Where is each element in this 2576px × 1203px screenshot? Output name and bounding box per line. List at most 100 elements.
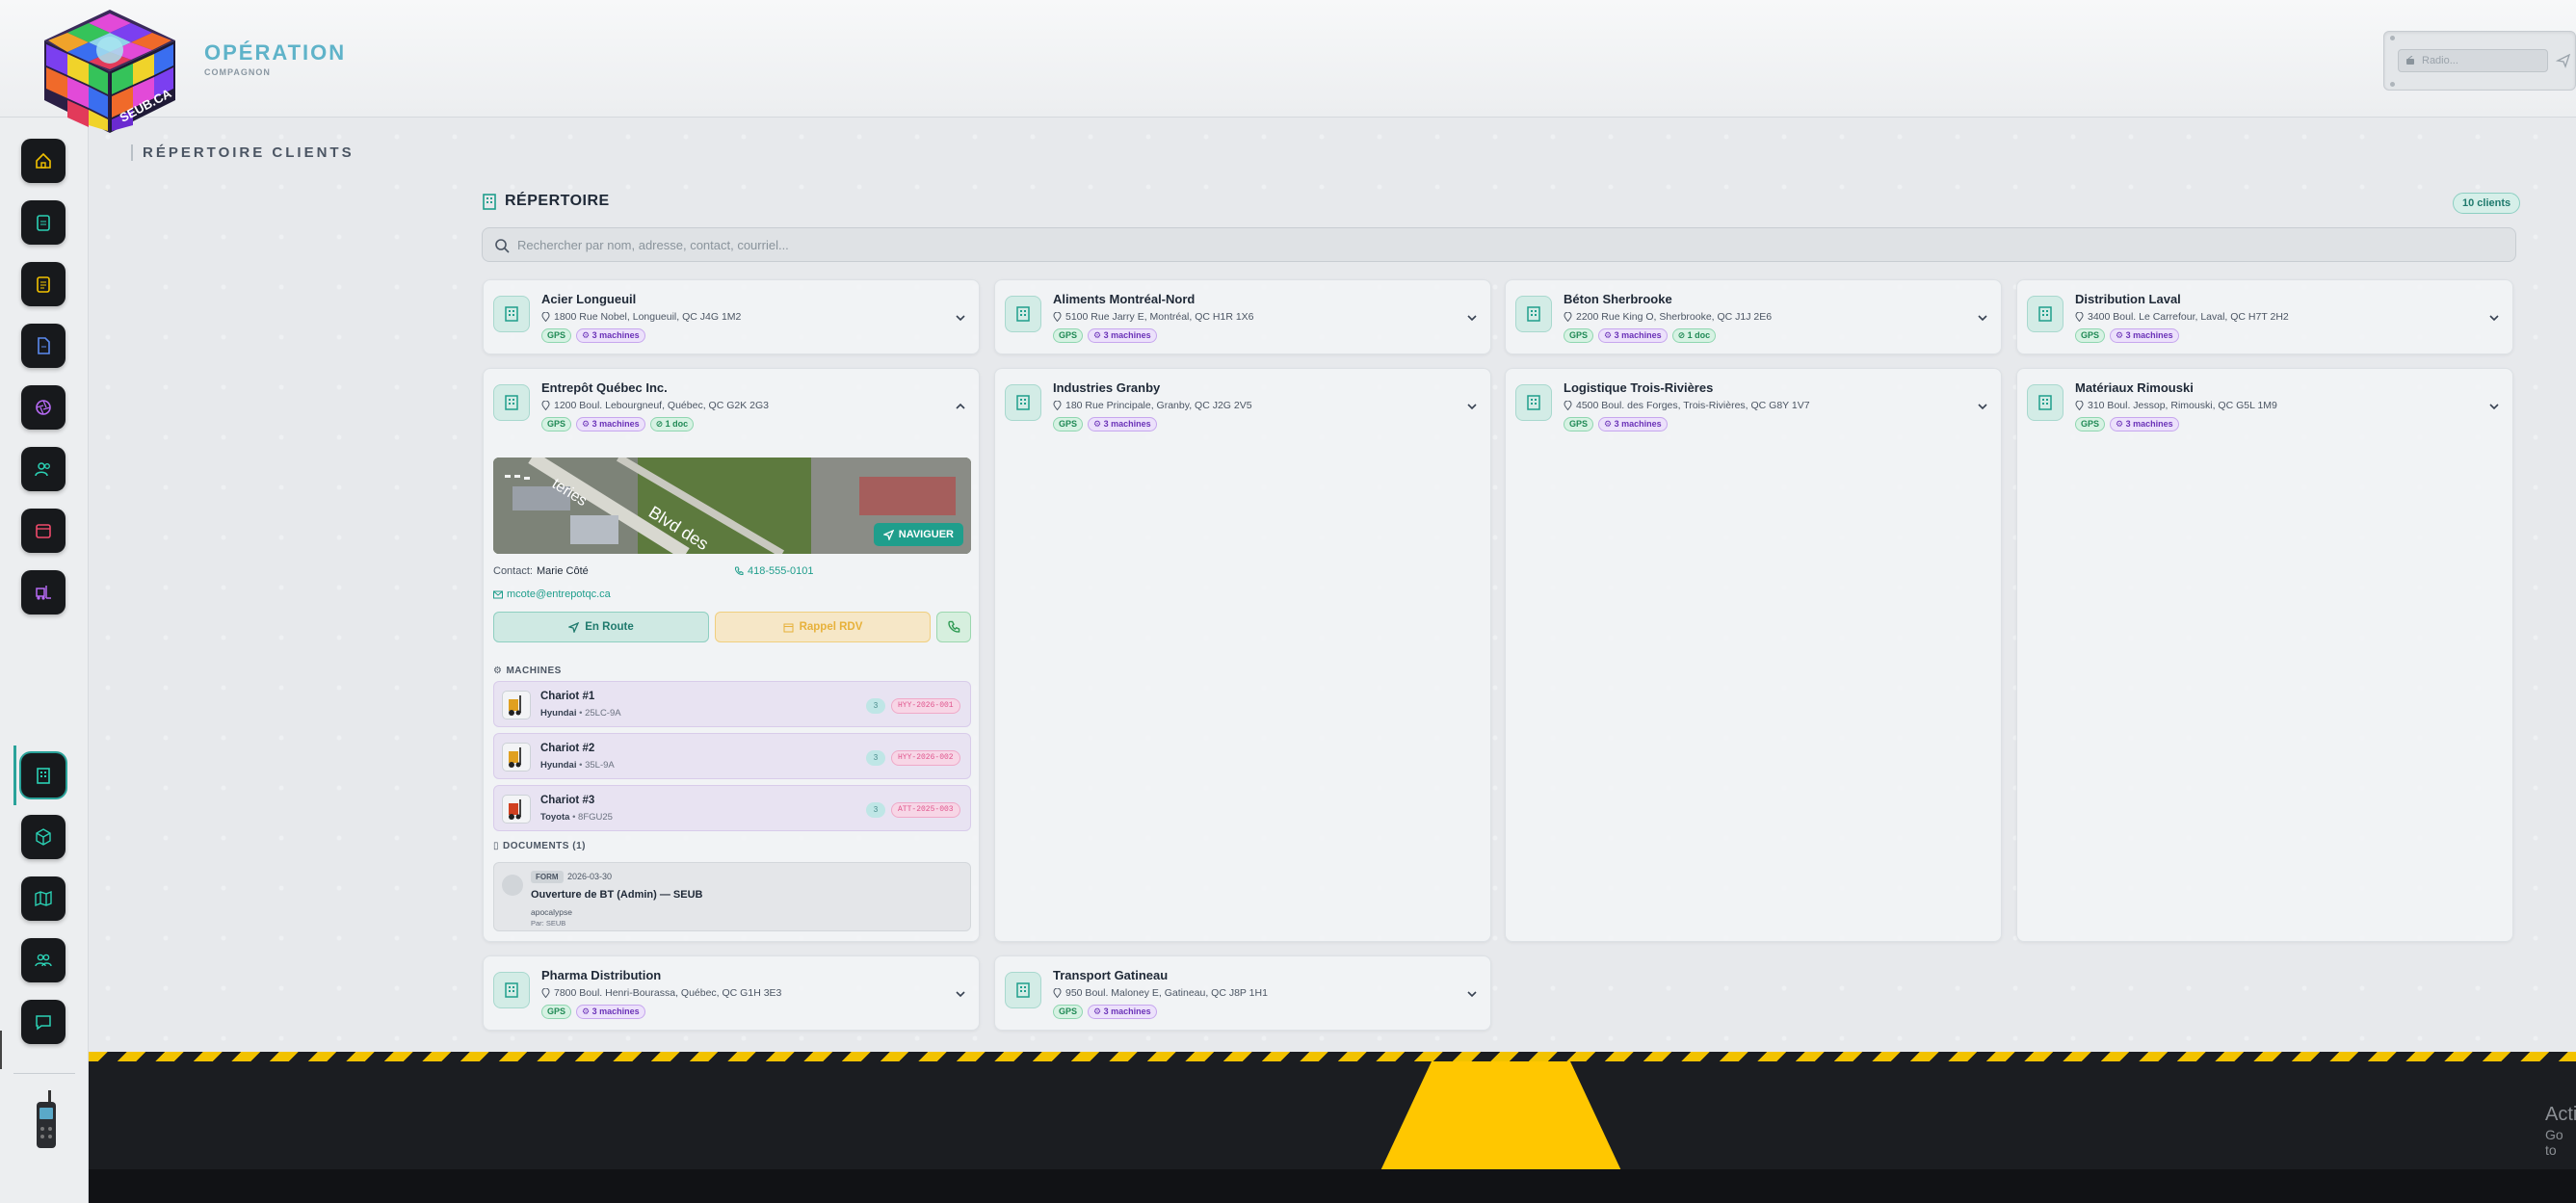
client-card[interactable]: Pharma Distribution 7800 Boul. Henri-Bou… xyxy=(483,955,980,1031)
client-card[interactable]: Acier Longueuil 1800 Rue Nobel, Longueui… xyxy=(483,279,980,354)
client-card-expanded[interactable]: Entrepôt Québec Inc. 1200 Boul. Lebourgn… xyxy=(483,368,980,942)
gps-badge: GPS xyxy=(541,328,572,343)
rubiks-cube-logo[interactable]: SEUB.CA xyxy=(35,4,185,139)
safety-cone-icon xyxy=(1378,1061,1624,1177)
calendar-icon xyxy=(36,524,51,538)
client-card[interactable]: Aliments Montréal-Nord 5100 Rue Jarry E,… xyxy=(994,279,1491,354)
document-icon xyxy=(38,337,50,354)
rappel-rdv-button[interactable]: Rappel RDV xyxy=(715,612,931,642)
machines-count: 3 machines xyxy=(1614,330,1662,340)
client-address: 4500 Boul. des Forges, Trois-Rivières, Q… xyxy=(1564,400,1810,411)
chevron-down-icon[interactable] xyxy=(1465,400,1479,413)
machines-heading: ⚙ MACHINES xyxy=(493,666,562,676)
machines-badge: ⚙ 3 machines xyxy=(1088,1005,1157,1019)
sidebar-item-users[interactable] xyxy=(21,447,66,491)
building-icon xyxy=(2027,384,2063,421)
machine-brand: Hyundai xyxy=(540,708,577,719)
machine-count-badge: 3 xyxy=(866,802,885,818)
sidebar-item-documents[interactable] xyxy=(21,324,66,368)
gps-badge: GPS xyxy=(2075,328,2106,343)
client-name: Transport Gatineau xyxy=(1053,968,1169,982)
pin-icon xyxy=(541,988,550,998)
pin-icon xyxy=(2075,401,2084,410)
sidebar-item-clients[interactable] xyxy=(21,753,66,798)
chevron-down-icon[interactable] xyxy=(954,311,967,325)
sidebar-item-tasks[interactable] xyxy=(21,200,66,245)
machines-count: 3 machines xyxy=(591,330,640,340)
machine-row[interactable]: Chariot #2 Hyundai • 35L-9A 3 HYY-2026-0… xyxy=(493,733,971,779)
contact-name: Marie Côté xyxy=(536,565,589,577)
client-card[interactable]: Distribution Laval 3400 Boul. Le Carrefo… xyxy=(2016,279,2513,354)
client-tags: GPS ⚙ 3 machines xyxy=(2075,417,2179,432)
chevron-down-icon[interactable] xyxy=(2487,311,2501,325)
machine-model: Hyundai • 25LC-9A xyxy=(540,708,621,719)
sidebar-item-map[interactable] xyxy=(21,876,66,921)
docs-count: 1 doc xyxy=(1687,330,1711,340)
client-card[interactable]: Transport Gatineau 950 Boul. Maloney E, … xyxy=(994,955,1491,1031)
pin-icon xyxy=(1053,312,1062,322)
machines-badge: ⚙ 3 machines xyxy=(2110,417,2179,432)
client-name: Pharma Distribution xyxy=(541,968,662,982)
client-address-text: 950 Boul. Maloney E, Gatineau, QC J8P 1H… xyxy=(1065,987,1268,999)
client-name: Acier Longueuil xyxy=(541,292,637,306)
machines-badge: ⚙ 3 machines xyxy=(1598,328,1668,343)
en-route-button[interactable]: En Route xyxy=(493,612,709,642)
en-route-label: En Route xyxy=(585,621,634,633)
sidebar-item-checklist[interactable] xyxy=(21,262,66,306)
sidebar-item-aperture[interactable] xyxy=(21,385,66,430)
users-icon xyxy=(35,462,50,477)
document-title: Ouverture de BT (Admin) — SEUB xyxy=(531,889,703,901)
machine-row[interactable]: Chariot #1 Hyundai • 25LC-9A 3 HYY-2026-… xyxy=(493,681,971,727)
client-card[interactable]: Logistique Trois-Rivières 4500 Boul. des… xyxy=(1505,368,2002,942)
client-card[interactable]: Industries Granby 180 Rue Principale, Gr… xyxy=(994,368,1491,942)
satellite-map[interactable]: teries Blvd des NAVIGUER xyxy=(493,458,971,554)
chevron-up-icon[interactable] xyxy=(954,400,967,413)
client-tags: GPS ⚙ 3 machines xyxy=(2075,328,2179,343)
email-link[interactable]: mcote@entrepotqc.ca xyxy=(493,588,611,600)
sidebar-item-inventory[interactable] xyxy=(21,815,66,859)
machine-count-badge: 3 xyxy=(866,698,885,714)
client-card[interactable]: Béton Sherbrooke 2200 Rue King O, Sherbr… xyxy=(1505,279,2002,354)
sidebar-item-home[interactable] xyxy=(21,139,66,183)
sidebar-item-forklift[interactable] xyxy=(21,570,66,615)
machine-row[interactable]: Chariot #3 Toyota • 8FGU25 3 ATT-2025-00… xyxy=(493,785,971,831)
radio-input[interactable]: Radio... xyxy=(2398,49,2548,72)
client-card[interactable]: Matériaux Rimouski 310 Boul. Jessop, Rim… xyxy=(2016,368,2513,942)
search-input[interactable]: Rechercher par nom, adresse, contact, co… xyxy=(482,227,2516,262)
client-address: 3400 Boul. Le Carrefour, Laval, QC H7T 2… xyxy=(2075,311,2289,323)
hazard-stripe xyxy=(89,1052,2576,1061)
chevron-down-icon[interactable] xyxy=(1465,987,1479,1001)
machines-count: 3 machines xyxy=(1103,1007,1151,1016)
pin-icon xyxy=(541,312,550,322)
screw-dot xyxy=(2390,82,2395,87)
client-address-text: 4500 Boul. des Forges, Trois-Rivières, Q… xyxy=(1576,400,1810,411)
send-icon[interactable] xyxy=(2556,53,2571,68)
navigate-button[interactable]: NAVIGUER xyxy=(873,523,963,546)
client-tags: GPS ⚙ 3 machines xyxy=(1053,328,1157,343)
sidebar-item-calendar[interactable] xyxy=(21,509,66,553)
building-icon xyxy=(2027,296,2063,332)
chevron-down-icon[interactable] xyxy=(1976,400,1989,413)
machines-badge: ⚙ 3 machines xyxy=(576,417,645,432)
active-indicator xyxy=(13,745,16,805)
clipboard-icon xyxy=(37,215,50,231)
pin-icon xyxy=(1053,401,1062,410)
pin-icon xyxy=(541,401,550,410)
machines-badge: ⚙ 3 machines xyxy=(1088,417,1157,432)
phone-link[interactable]: 418-555-0101 xyxy=(734,565,814,577)
chevron-down-icon[interactable] xyxy=(954,987,967,1001)
chevron-down-icon[interactable] xyxy=(1976,311,1989,325)
sidebar-item-chat[interactable] xyxy=(21,1000,66,1044)
call-button[interactable] xyxy=(936,612,971,642)
client-name: Industries Granby xyxy=(1053,380,1161,395)
brand: OPÉRATION COMPAGNON xyxy=(204,40,346,77)
sidebar-item-team[interactable] xyxy=(21,938,66,982)
radio-icon xyxy=(2406,56,2414,65)
hazard-footer xyxy=(89,1052,2576,1203)
chevron-down-icon[interactable] xyxy=(2487,400,2501,413)
chevron-down-icon[interactable] xyxy=(1465,311,1479,325)
machine-model-code: • 25LC-9A xyxy=(579,708,621,719)
document-item[interactable]: FORM 2026-03-30 Ouverture de BT (Admin) … xyxy=(493,862,971,931)
building-icon xyxy=(1515,384,1552,421)
walkie-talkie-icon[interactable] xyxy=(33,1090,60,1150)
